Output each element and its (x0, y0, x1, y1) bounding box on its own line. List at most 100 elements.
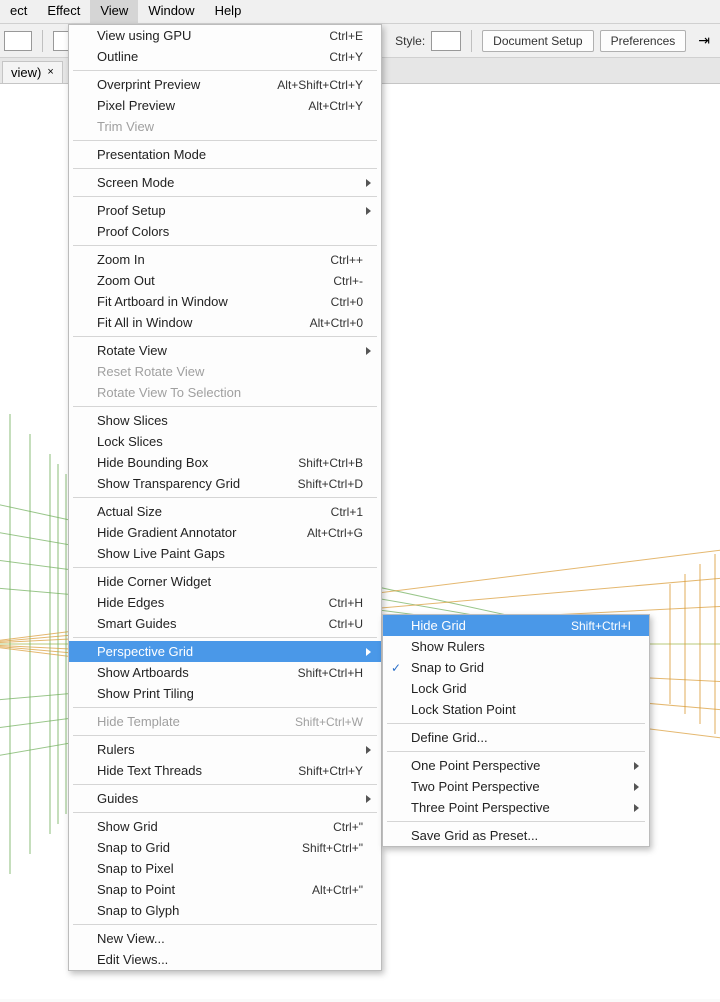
menu-item-shortcut: Shift+Ctrl+D (298, 477, 363, 491)
menu-item-new-view[interactable]: New View... (69, 928, 381, 949)
menu-item-label: Fit Artboard in Window (97, 294, 331, 309)
menu-item-hide-bounding-box[interactable]: Hide Bounding BoxShift+Ctrl+B (69, 452, 381, 473)
menu-item-fit-all-in-window[interactable]: Fit All in WindowAlt+Ctrl+0 (69, 312, 381, 333)
style-select[interactable] (431, 31, 461, 51)
menu-item-lock-slices[interactable]: Lock Slices (69, 431, 381, 452)
menu-item-label: Hide Bounding Box (97, 455, 298, 470)
menu-item-guides[interactable]: Guides (69, 788, 381, 809)
menu-item-shortcut: Ctrl++ (330, 253, 363, 267)
menu-item-lock-grid[interactable]: Lock Grid (383, 678, 649, 699)
menu-item-hide-gradient-annotator[interactable]: Hide Gradient AnnotatorAlt+Ctrl+G (69, 522, 381, 543)
menubar-item-view[interactable]: View (90, 0, 138, 23)
menu-item-label: Rotate View (97, 343, 363, 358)
menu-item-label: Two Point Perspective (411, 779, 631, 794)
menu-item-shortcut: Ctrl+" (333, 820, 363, 834)
close-icon[interactable]: × (47, 66, 53, 78)
menu-item-label: Smart Guides (97, 616, 329, 631)
menu-item-perspective-grid[interactable]: Perspective Grid (69, 641, 381, 662)
menu-item-show-artboards[interactable]: Show ArtboardsShift+Ctrl+H (69, 662, 381, 683)
menu-item-trim-view: Trim View (69, 116, 381, 137)
menu-item-screen-mode[interactable]: Screen Mode (69, 172, 381, 193)
menu-item-edit-views[interactable]: Edit Views... (69, 949, 381, 970)
menu-item-one-point-perspective[interactable]: One Point Perspective (383, 755, 649, 776)
panel-toggle-icon[interactable]: ⇥ (698, 32, 710, 49)
menu-item-hide-grid[interactable]: Hide GridShift+Ctrl+I (383, 615, 649, 636)
preferences-button[interactable]: Preferences (600, 30, 687, 52)
menubar-item-help[interactable]: Help (205, 0, 252, 23)
menu-item-pixel-preview[interactable]: Pixel PreviewAlt+Ctrl+Y (69, 95, 381, 116)
menu-item-presentation-mode[interactable]: Presentation Mode (69, 144, 381, 165)
menu-item-label: Zoom Out (97, 273, 333, 288)
menu-separator (73, 707, 377, 708)
menu-item-label: Rulers (97, 742, 363, 757)
menu-item-label: Show Transparency Grid (97, 476, 298, 491)
menu-item-show-rulers[interactable]: Show Rulers (383, 636, 649, 657)
menu-item-overprint-preview[interactable]: Overprint PreviewAlt+Shift+Ctrl+Y (69, 74, 381, 95)
menu-item-snap-to-glyph[interactable]: Snap to Glyph (69, 900, 381, 921)
menubar-item-select[interactable]: ect (0, 0, 37, 23)
menu-item-label: Proof Colors (97, 224, 363, 239)
menubar-item-effect[interactable]: Effect (37, 0, 90, 23)
menu-item-two-point-perspective[interactable]: Two Point Perspective (383, 776, 649, 797)
menu-item-label: Perspective Grid (97, 644, 363, 659)
menu-item-lock-station-point[interactable]: Lock Station Point (383, 699, 649, 720)
menu-separator (73, 784, 377, 785)
menu-item-label: Proof Setup (97, 203, 363, 218)
menu-item-label: Guides (97, 791, 363, 806)
menu-separator (73, 567, 377, 568)
menu-item-shortcut: Shift+Ctrl+B (298, 456, 363, 470)
toolbar-separator (471, 30, 472, 52)
document-setup-button[interactable]: Document Setup (482, 30, 593, 52)
menu-item-show-transparency-grid[interactable]: Show Transparency GridShift+Ctrl+D (69, 473, 381, 494)
menu-item-snap-to-grid[interactable]: ✓Snap to Grid (383, 657, 649, 678)
menu-item-show-grid[interactable]: Show GridCtrl+" (69, 816, 381, 837)
menu-item-shortcut: Shift+Ctrl+I (571, 619, 631, 633)
menu-item-snap-to-point[interactable]: Snap to PointAlt+Ctrl+" (69, 879, 381, 900)
menu-item-proof-setup[interactable]: Proof Setup (69, 200, 381, 221)
menu-item-outline[interactable]: OutlineCtrl+Y (69, 46, 381, 67)
menu-separator (73, 70, 377, 71)
menu-item-rotate-view[interactable]: Rotate View (69, 340, 381, 361)
menu-item-label: Show Artboards (97, 665, 298, 680)
menu-item-show-slices[interactable]: Show Slices (69, 410, 381, 431)
menu-item-view-using-gpu[interactable]: View using GPUCtrl+E (69, 25, 381, 46)
menu-item-hide-edges[interactable]: Hide EdgesCtrl+H (69, 592, 381, 613)
menu-separator (73, 735, 377, 736)
menu-item-label: Snap to Glyph (97, 903, 363, 918)
menu-item-snap-to-grid[interactable]: Snap to GridShift+Ctrl+" (69, 837, 381, 858)
menu-item-shortcut: Ctrl+U (329, 617, 363, 631)
menu-item-label: Pixel Preview (97, 98, 308, 113)
menu-item-hide-text-threads[interactable]: Hide Text ThreadsShift+Ctrl+Y (69, 760, 381, 781)
document-tab[interactable]: view) × (2, 61, 63, 83)
menu-item-label: Rotate View To Selection (97, 385, 363, 400)
menu-item-label: New View... (97, 931, 363, 946)
menu-item-zoom-in[interactable]: Zoom InCtrl++ (69, 249, 381, 270)
menu-item-show-live-paint-gaps[interactable]: Show Live Paint Gaps (69, 543, 381, 564)
menu-item-hide-corner-widget[interactable]: Hide Corner Widget (69, 571, 381, 592)
menu-item-smart-guides[interactable]: Smart GuidesCtrl+U (69, 613, 381, 634)
menu-item-zoom-out[interactable]: Zoom OutCtrl+- (69, 270, 381, 291)
menu-separator (73, 196, 377, 197)
menu-item-reset-rotate-view: Reset Rotate View (69, 361, 381, 382)
menu-item-shortcut: Ctrl+H (329, 596, 363, 610)
menu-item-label: Snap to Point (97, 882, 312, 897)
menu-item-proof-colors[interactable]: Proof Colors (69, 221, 381, 242)
menu-item-label: Trim View (97, 119, 363, 134)
menu-item-label: Snap to Grid (97, 840, 302, 855)
menu-item-rulers[interactable]: Rulers (69, 739, 381, 760)
menu-item-shortcut: Ctrl+- (333, 274, 363, 288)
menu-item-fit-artboard-in-window[interactable]: Fit Artboard in WindowCtrl+0 (69, 291, 381, 312)
menu-item-rotate-view-to-selection: Rotate View To Selection (69, 382, 381, 403)
menu-item-show-print-tiling[interactable]: Show Print Tiling (69, 683, 381, 704)
menu-separator (73, 140, 377, 141)
fill-swatch[interactable] (4, 31, 32, 51)
toolbar-separator (42, 30, 43, 52)
menu-item-snap-to-pixel[interactable]: Snap to Pixel (69, 858, 381, 879)
menu-separator (73, 637, 377, 638)
menu-item-define-grid[interactable]: Define Grid... (383, 727, 649, 748)
menu-item-actual-size[interactable]: Actual SizeCtrl+1 (69, 501, 381, 522)
menu-item-save-grid-as-preset[interactable]: Save Grid as Preset... (383, 825, 649, 846)
menu-item-three-point-perspective[interactable]: Three Point Perspective (383, 797, 649, 818)
style-label: Style: (395, 34, 425, 48)
menubar-item-window[interactable]: Window (138, 0, 204, 23)
